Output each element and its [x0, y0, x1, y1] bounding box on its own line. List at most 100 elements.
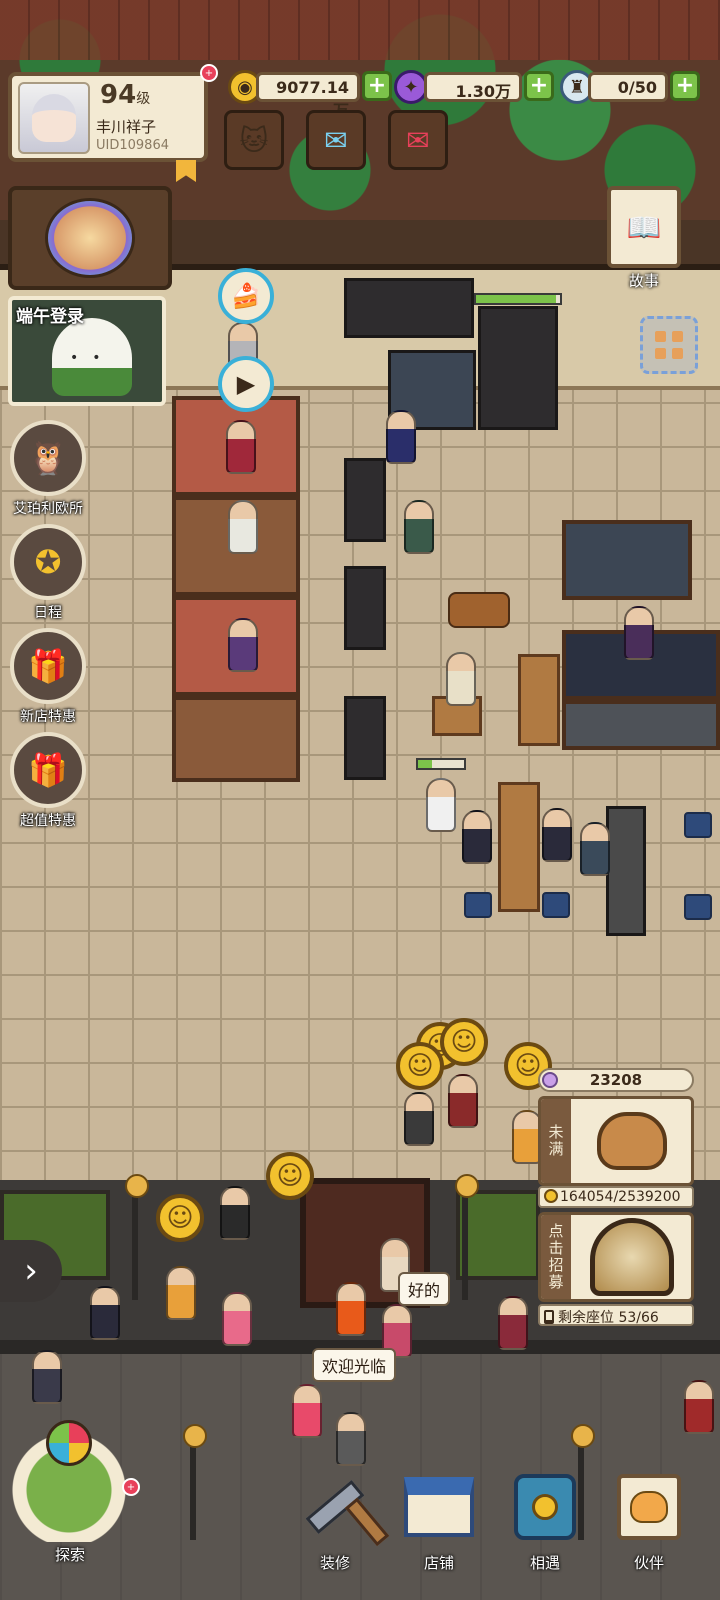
medal-icon: ✪ [10, 524, 86, 600]
add-bottles-button[interactable]: + [670, 71, 700, 101]
cake-order-bubble[interactable]: 🍰 [218, 268, 274, 324]
cats-button[interactable]: 🐱 [224, 110, 284, 170]
tree-emblem-icon [45, 198, 135, 278]
gem-egg-icon: ✦ [394, 70, 428, 104]
chef-npc[interactable] [226, 420, 256, 474]
sidebar-item-label: 新店特惠 [20, 709, 76, 725]
seat-counter: 剩余座位 53/66 [538, 1304, 694, 1326]
customer-npc[interactable] [448, 1074, 478, 1128]
avatar[interactable] [18, 82, 90, 154]
cook-npc[interactable] [386, 410, 416, 464]
gem-counter: 1.30万 [424, 72, 522, 102]
cashier-counter[interactable] [562, 700, 720, 750]
sidebar-item-value-deal[interactable]: 🎁 超值特惠 [8, 732, 88, 830]
recruit-label: 点击招募 [541, 1215, 571, 1299]
cow-pet[interactable] [448, 592, 510, 628]
storybook-icon: 📖 [607, 186, 681, 268]
cat-card-icon [608, 1466, 690, 1548]
piggy-bank-panel[interactable]: 未满 [538, 1096, 694, 1186]
chef-npc[interactable] [228, 618, 258, 672]
happy-face-icon[interactable]: ☺ [266, 1152, 314, 1200]
customer-npc[interactable] [498, 1296, 528, 1350]
customer-npc[interactable] [580, 822, 610, 876]
service-bell-icon [590, 1218, 674, 1296]
bartender-npc[interactable] [624, 606, 654, 660]
recruit-panel[interactable]: 点击招募 [538, 1212, 694, 1302]
waiter-npc[interactable] [404, 500, 434, 554]
chair[interactable] [464, 892, 492, 918]
chat-bubbles-icon: ✉ [324, 123, 348, 157]
nav-label: 伙伴 [633, 1554, 664, 1572]
hammer-icon [294, 1466, 376, 1548]
happy-face-icon[interactable]: ☺ [396, 1042, 444, 1090]
waiter-npc[interactable] [426, 778, 456, 832]
customer-npc[interactable] [542, 808, 572, 862]
sidebar-item-schedule[interactable]: ✪ 日程 [8, 524, 88, 622]
customer-npc[interactable] [404, 1092, 434, 1146]
nav-renovate[interactable]: 装修 [290, 1466, 380, 1592]
chair[interactable] [684, 894, 712, 920]
nav-label: 店铺 [423, 1554, 454, 1572]
prep-counter-4[interactable] [172, 696, 300, 782]
pedestrian-npc[interactable] [684, 1380, 714, 1434]
gem-icon [542, 1072, 558, 1088]
notification-badge: + [122, 1478, 140, 1496]
nav-label: 装修 [319, 1554, 350, 1572]
customer-npc[interactable] [222, 1292, 252, 1346]
pedestrian-npc[interactable] [292, 1384, 322, 1438]
customer-npc[interactable] [336, 1282, 366, 1336]
street-lamp [455, 1174, 479, 1300]
nav-encounter[interactable]: 相遇 [500, 1466, 590, 1592]
nav-partner[interactable]: 伙伴 [604, 1466, 694, 1592]
event-banner[interactable]: •• 端午登录 [8, 296, 166, 406]
cabinet-1[interactable] [344, 458, 386, 542]
chef-npc[interactable] [228, 500, 258, 554]
booth-divider [606, 806, 646, 936]
cabinet-2[interactable] [344, 566, 386, 650]
chair[interactable] [542, 892, 570, 918]
layout-grid-button[interactable] [640, 316, 698, 374]
coin-icon [544, 1189, 558, 1203]
envelope-icon: ✉ [406, 123, 430, 157]
player-uid: UID109864 [96, 138, 169, 153]
bar-side-table[interactable] [518, 654, 560, 746]
mascot-npc[interactable] [220, 1186, 250, 1240]
gold-counter: 9077.14万 [256, 72, 360, 120]
wolf-pedestrian[interactable] [336, 1412, 366, 1466]
gift-box-icon: 🎁 [10, 628, 86, 704]
staff-npc[interactable] [446, 652, 476, 706]
welcome-speech-bubble: 欢迎光临 [312, 1348, 397, 1382]
nav-explore[interactable]: + 探索 [6, 1412, 140, 1590]
sidebar-item-agency[interactable]: 🦉 艾珀利欧所 [8, 420, 88, 518]
sidebar-item-new-store-deal[interactable]: 🎁 新店特惠 [8, 628, 88, 726]
dining-table-1[interactable] [498, 782, 540, 912]
refrigerator[interactable] [478, 306, 558, 430]
happy-face-icon[interactable]: ☺ [440, 1018, 488, 1066]
customer-npc[interactable] [166, 1266, 196, 1320]
nav-store[interactable]: 店铺 [394, 1466, 484, 1592]
coffee-machines[interactable] [562, 520, 692, 600]
customer-npc[interactable] [462, 810, 492, 864]
player-profile-card[interactable]: 94级 丰川祥子 UID109864 [8, 72, 208, 162]
cake-icon: 🍰 [231, 282, 261, 310]
add-gold-button[interactable]: + [362, 71, 392, 101]
expand-arrow-button[interactable]: › [0, 1240, 62, 1302]
seat-icon [544, 1310, 554, 1324]
story-button[interactable]: 📖 故事 [598, 186, 690, 296]
pedestrian-npc[interactable] [90, 1286, 120, 1340]
pie-order-bubble[interactable]: ▶ [218, 356, 274, 412]
shelf-unit[interactable] [344, 278, 474, 338]
nav-label: 相遇 [529, 1554, 560, 1572]
notification-badge: + [200, 64, 218, 82]
restaurant-emblem[interactable] [8, 186, 172, 290]
cabinet-3[interactable] [344, 696, 386, 780]
add-gems-button[interactable]: + [524, 71, 554, 101]
chat-button[interactable]: ✉ [306, 110, 366, 170]
player-level: 94级 [100, 80, 151, 110]
mail-button[interactable]: ✉ [388, 110, 448, 170]
chair[interactable] [684, 812, 712, 838]
telephone-icon [504, 1466, 586, 1548]
happy-face-icon[interactable]: ☺ [156, 1194, 204, 1242]
bottle-counter: 0/50 [588, 72, 668, 102]
pedestrian-npc[interactable] [32, 1350, 62, 1404]
